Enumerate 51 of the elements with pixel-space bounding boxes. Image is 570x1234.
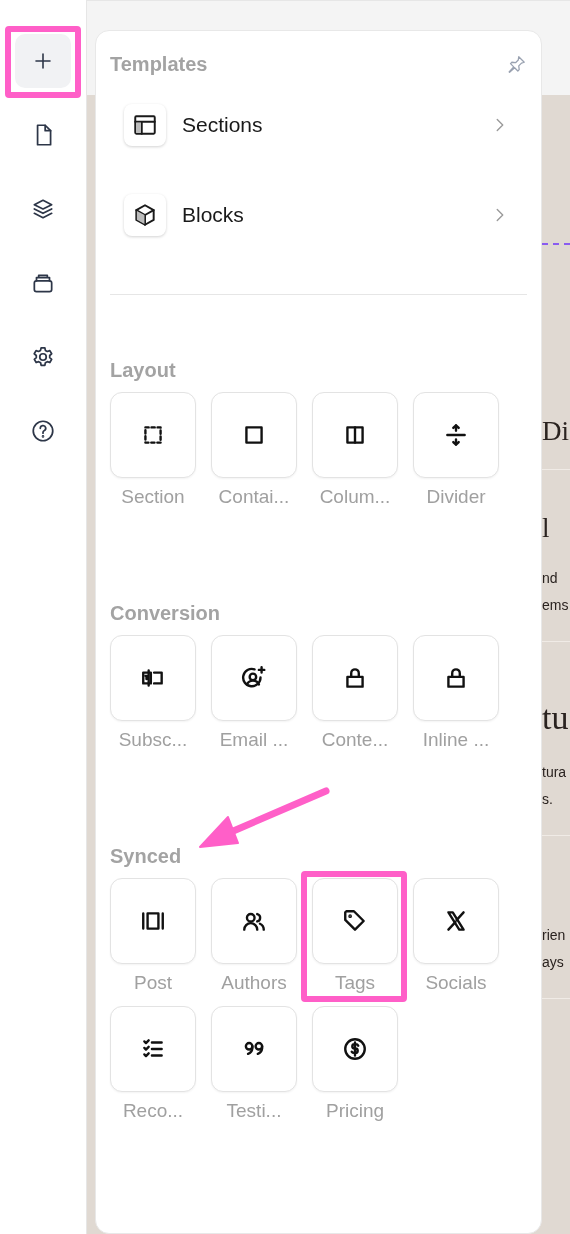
block-tile-button[interactable]: [110, 635, 196, 721]
section-heading: Conversion: [110, 602, 221, 625]
tile-label: Socials: [425, 972, 487, 994]
block-tile-button[interactable]: [312, 1006, 398, 1092]
block-tile-button[interactable]: [312, 635, 398, 721]
tile-label: Tags: [334, 972, 376, 994]
help-icon: [30, 418, 56, 444]
text-fragment: rien: [542, 925, 567, 945]
block-tile-button[interactable]: [211, 392, 297, 478]
tile-label: Section: [121, 486, 185, 508]
text-fragment: ems: [542, 595, 570, 615]
block-tile-button[interactable]: [413, 392, 499, 478]
tile-label: Email ...: [219, 729, 289, 751]
block-tile-button[interactable]: [110, 1006, 196, 1092]
heading-fragment: Di: [542, 415, 570, 448]
panel-title: Templates: [110, 53, 208, 76]
block-tile-button[interactable]: [413, 635, 499, 721]
template-category-item[interactable]: Blocks: [110, 190, 527, 240]
section-heading: Layout: [110, 359, 176, 382]
template-category-item[interactable]: Sections: [110, 100, 527, 150]
block-tile-button[interactable]: [211, 1006, 297, 1092]
tile-label: Conte...: [321, 729, 389, 751]
layout-icon: [132, 112, 158, 138]
tile-label: Divider: [426, 486, 486, 508]
block-tile-button[interactable]: [312, 392, 398, 478]
dollar-circle-icon: [342, 1036, 368, 1062]
tile-label: Testi...: [226, 1100, 282, 1122]
tile-label: Subsc...: [118, 729, 188, 751]
section-heading: Synced: [110, 845, 182, 868]
block-tile-button[interactable]: [110, 392, 196, 478]
tile-label: Inline ...: [422, 729, 490, 751]
heading-fragment: l: [542, 512, 551, 545]
cube-icon: [132, 202, 158, 228]
block-tile-button[interactable]: [211, 878, 297, 964]
text-fragment: s.: [542, 789, 554, 809]
text-fragment: nd: [542, 568, 559, 588]
heading-fragment: tu: [542, 697, 570, 738]
tile-label: Reco...: [122, 1100, 184, 1122]
tile-label: Pricing: [325, 1100, 385, 1122]
tile-label: Colum...: [319, 486, 391, 508]
block-tile-button[interactable]: [413, 878, 499, 964]
tile-label: Contai...: [218, 486, 290, 508]
divider-arrows-icon: [443, 422, 469, 448]
tile-label: Authors: [221, 972, 287, 994]
block-tile-button[interactable]: [211, 635, 297, 721]
text-fragment: ays: [542, 952, 565, 972]
text-fragment: tura: [542, 762, 568, 782]
tag-icon: [342, 908, 368, 934]
block-tile-button[interactable]: [110, 878, 196, 964]
block-tile-button[interactable]: [312, 878, 398, 964]
tile-label: Post: [134, 972, 172, 994]
